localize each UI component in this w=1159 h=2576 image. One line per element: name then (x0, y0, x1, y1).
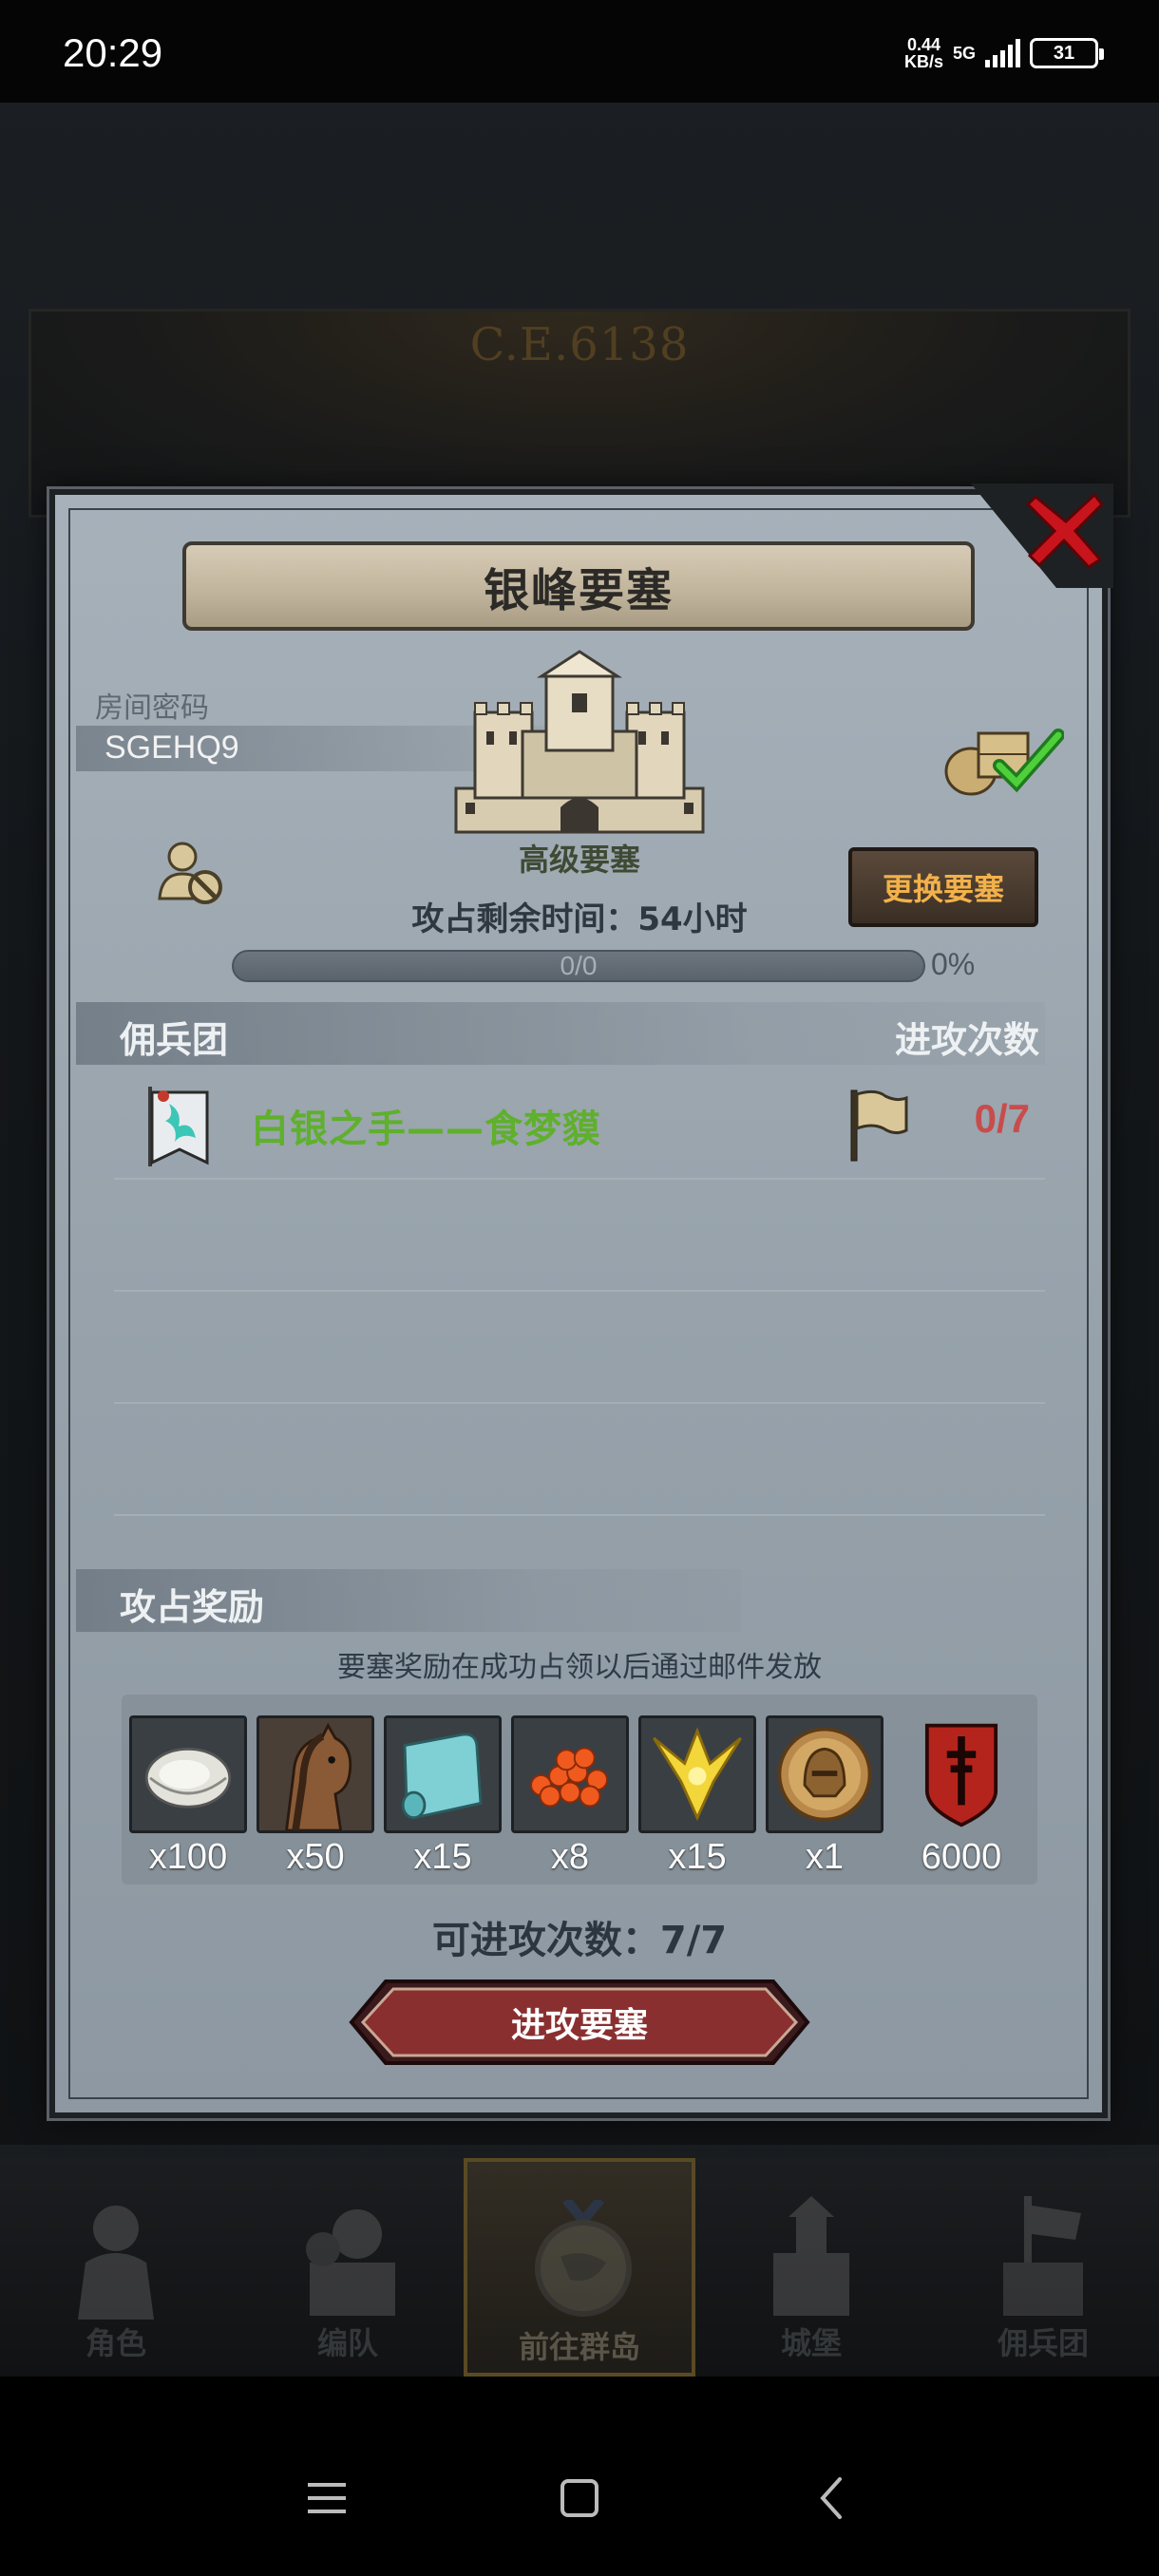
mercenary-icon (1003, 2196, 1083, 2316)
reward-item[interactable]: 6000 (902, 1715, 1020, 1886)
net-speed-value: 0.44 (906, 35, 940, 54)
progress-text: 0/0 (560, 951, 598, 980)
nav-item-castle[interactable]: 城堡 (695, 2158, 927, 2377)
status-time: 20:29 (63, 30, 163, 75)
attack-fortress-button[interactable]: 进攻要塞 (348, 1978, 811, 2067)
progress-percent: 0% (931, 947, 976, 981)
rewards-header: 攻占奖励 (120, 1586, 265, 1628)
nav-label: 城堡 (780, 2325, 842, 2361)
reward-item[interactable]: x8 (511, 1715, 629, 1886)
battery-level: 31 (1053, 43, 1075, 64)
reward-quantity: x15 (413, 1837, 472, 1877)
attempts-label: 可进攻次数： (431, 1919, 660, 1962)
battery-icon: 31 (1030, 38, 1104, 68)
reward-quantity: x50 (286, 1837, 345, 1877)
helmet-medal-icon (766, 1715, 884, 1833)
row-divider (114, 1514, 1045, 1516)
remaining-attempts: 可进攻次数：7/7 (342, 1909, 817, 1964)
dialog-title: 银峰要塞 (483, 564, 674, 617)
network-type: 5G (952, 44, 976, 63)
nav-item-formation[interactable]: 编队 (232, 2158, 464, 2377)
reward-item[interactable]: x100 (129, 1715, 247, 1886)
attempts-value: 7/7 (659, 1919, 728, 1962)
knight-icon (78, 2206, 154, 2320)
remaining-time-value: 54小时 (637, 900, 748, 938)
castle-icon (773, 2196, 849, 2316)
home-icon (560, 2479, 598, 2517)
nav-label: 前往群岛 (518, 2329, 640, 2365)
reward-quantity: 6000 (921, 1837, 1002, 1877)
reward-quantity: x8 (550, 1837, 590, 1877)
row-divider (114, 1402, 1045, 1404)
title-banner: 银峰要塞 (182, 541, 975, 631)
back-button[interactable] (804, 2470, 861, 2527)
menu-icon (308, 2483, 346, 2513)
reward-quantity: x100 (148, 1837, 228, 1877)
horse-icon (256, 1715, 374, 1833)
row-divider (114, 1178, 1045, 1180)
gold-crest-icon (638, 1715, 756, 1833)
close-button[interactable] (1025, 489, 1106, 569)
nav-item-islands[interactable]: 前往群岛 (464, 2158, 695, 2377)
nav-item-mercenary[interactable]: 佣兵团 (927, 2158, 1159, 2377)
status-bar: 20:29 0.44 KB/s 5G 31 (0, 0, 1159, 103)
no-user-icon[interactable] (154, 836, 230, 912)
nav-label: 佣兵团 (997, 2325, 1089, 2361)
mercenary-row[interactable]: 白银之手——食梦貘 0/7 (104, 1073, 1054, 1178)
squad-icon (306, 2209, 395, 2316)
remaining-time: 攻占剩余时间：54小时 (352, 893, 808, 939)
fortress-icon (446, 646, 712, 836)
back-icon (820, 2477, 842, 2519)
nav-label: 角色 (85, 2325, 146, 2361)
room-code-label: 房间密码 (95, 691, 209, 725)
status-icons: 0.44 KB/s 5G 31 (904, 36, 1104, 70)
cloth-roll-icon (384, 1715, 502, 1833)
rewards-note: 要塞奖励在成功占领以后通过邮件发放 (337, 1651, 822, 1684)
signal-icon (985, 39, 1020, 67)
reward-item[interactable]: x50 (256, 1715, 374, 1886)
roe-icon (511, 1715, 629, 1833)
mercenary-banner-icon (141, 1083, 217, 1168)
nav-item-character[interactable]: 角色 (0, 2158, 232, 2377)
reward-item[interactable]: x1 (766, 1715, 884, 1886)
capture-progress-bar: 0/0 (232, 950, 925, 982)
globe-icon (535, 2200, 632, 2317)
row-divider (114, 1290, 1045, 1292)
net-speed-unit: KB/s (903, 52, 943, 71)
flag-icon (844, 1087, 910, 1163)
remaining-time-label: 攻占剩余时间： (411, 900, 638, 938)
reward-item[interactable]: x15 (638, 1715, 756, 1886)
fortress-level: 高级要塞 (518, 842, 640, 878)
mercenary-attack-count: 0/7 (974, 1096, 1030, 1141)
mercenary-name: 白银之手——食梦貘 (251, 1108, 601, 1151)
mercenary-header: 佣兵团 (120, 1019, 229, 1061)
reward-quantity: x1 (805, 1837, 845, 1877)
banner-shield-icon (902, 1715, 1020, 1833)
close-icon (1025, 492, 1105, 569)
supply-ready-icon[interactable] (940, 714, 1065, 800)
oyster-icon (129, 1715, 247, 1833)
net-speed: 0.44 KB/s (904, 36, 943, 70)
attack-button-label: 进攻要塞 (510, 2006, 648, 2045)
reward-quantity: x15 (668, 1837, 727, 1877)
menu-button[interactable] (298, 2470, 355, 2527)
nav-label: 编队 (316, 2325, 378, 2361)
attacks-header: 进攻次数 (894, 1019, 1039, 1061)
home-button[interactable] (551, 2470, 608, 2527)
change-fortress-button[interactable]: 更换要塞 (848, 847, 1038, 927)
reward-item[interactable]: x15 (384, 1715, 502, 1886)
room-code[interactable]: SGEHQ9 (104, 729, 239, 767)
